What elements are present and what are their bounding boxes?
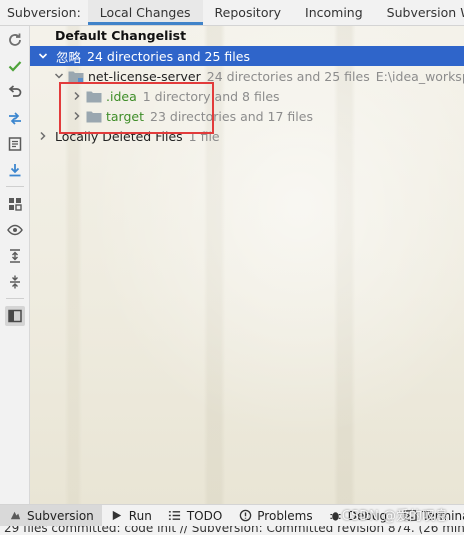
folder-label-idea: .idea bbox=[106, 88, 137, 104]
module-label: net-license-server bbox=[88, 68, 201, 84]
tool-subversion-label: Subversion bbox=[27, 508, 94, 523]
tool-window-tabbar: Subversion: Local Changes Repository Inc… bbox=[0, 0, 464, 26]
folder-meta-target: 23 directories and 17 files bbox=[150, 108, 313, 124]
tool-run-label: Run bbox=[128, 508, 152, 523]
debug-icon bbox=[329, 509, 343, 523]
deleted-files-label: Locally Deleted Files bbox=[55, 128, 183, 144]
commit-check-icon[interactable] bbox=[5, 56, 25, 76]
refresh-icon[interactable] bbox=[5, 30, 25, 50]
chevron-right-icon[interactable] bbox=[70, 109, 84, 123]
run-icon bbox=[110, 509, 124, 523]
update-icon[interactable] bbox=[5, 160, 25, 180]
changelist-icon[interactable] bbox=[5, 134, 25, 154]
toggle-preview-icon[interactable] bbox=[5, 306, 25, 326]
tree-root-meta: 24 directories and 25 files bbox=[87, 48, 250, 64]
expand-all-icon[interactable] bbox=[5, 246, 25, 266]
module-meta: 24 directories and 25 files bbox=[206, 68, 370, 84]
folder-meta-idea: 1 directory and 8 files bbox=[142, 88, 280, 104]
collapse-all-icon[interactable] bbox=[5, 272, 25, 292]
terminal-icon bbox=[403, 509, 417, 523]
diff-icon[interactable] bbox=[5, 108, 25, 128]
tool-todo-label: TODO bbox=[186, 508, 223, 523]
tool-problems[interactable]: Problems bbox=[230, 505, 320, 526]
tool-todo[interactable]: TODO bbox=[160, 505, 230, 526]
local-changes-tree: Default Changelist 忽略 24 directories and… bbox=[30, 26, 464, 504]
tree-row-idea[interactable]: .idea 1 directory and 8 files bbox=[30, 86, 464, 106]
status-bar: 29 files committed: code init // Subvers… bbox=[0, 526, 464, 535]
tool-window-label: Subversion: bbox=[7, 5, 81, 20]
subversion-icon bbox=[8, 509, 22, 523]
status-message: 29 files committed: code init // Subvers… bbox=[4, 526, 464, 535]
tool-terminal[interactable]: Terminal bbox=[395, 505, 464, 526]
rollback-icon[interactable] bbox=[5, 82, 25, 102]
tool-debug-label: Debug bbox=[347, 508, 388, 523]
folder-icon bbox=[86, 109, 102, 123]
folder-icon bbox=[86, 89, 102, 103]
tree-row-target[interactable]: target 23 directories and 17 files bbox=[30, 106, 464, 126]
chevron-down-icon[interactable] bbox=[36, 49, 50, 63]
folder-label-target: target bbox=[106, 108, 145, 124]
chevron-right-icon[interactable] bbox=[36, 129, 50, 143]
todo-icon bbox=[168, 509, 182, 523]
tab-incoming[interactable]: Incoming bbox=[293, 0, 375, 25]
problems-icon bbox=[238, 509, 252, 523]
changelist-title: Default Changelist bbox=[55, 28, 187, 43]
tool-problems-label: Problems bbox=[257, 508, 313, 523]
tree-row-module[interactable]: net-license-server 24 directories and 25… bbox=[30, 66, 464, 86]
deleted-files-meta: 1 file bbox=[188, 128, 220, 144]
tool-terminal-label: Terminal bbox=[422, 508, 464, 523]
tree-row-root[interactable]: 忽略 24 directories and 25 files bbox=[30, 46, 464, 66]
module-folder-icon bbox=[68, 69, 84, 83]
tool-run[interactable]: Run bbox=[102, 505, 160, 526]
bottom-tool-strip: Subversion Run TODO Problems Debug Termi… bbox=[0, 504, 464, 526]
tree-root-label: 忽略 bbox=[56, 49, 82, 65]
tab-local-changes[interactable]: Local Changes bbox=[87, 0, 203, 25]
tool-debug[interactable]: Debug bbox=[321, 505, 395, 526]
preview-eye-icon[interactable] bbox=[5, 220, 25, 240]
tab-working-copies[interactable]: Subversion Working Copies Information bbox=[375, 0, 464, 25]
tab-repository[interactable]: Repository bbox=[203, 0, 293, 25]
vertical-toolbar bbox=[0, 26, 30, 504]
tree-row-deleted[interactable]: Locally Deleted Files 1 file bbox=[30, 126, 464, 146]
group-by-icon[interactable] bbox=[5, 194, 25, 214]
module-path: E:\idea_workspace bbox=[375, 68, 464, 84]
chevron-right-icon[interactable] bbox=[70, 89, 84, 103]
chevron-down-icon[interactable] bbox=[52, 69, 66, 83]
tool-subversion[interactable]: Subversion bbox=[0, 505, 102, 526]
